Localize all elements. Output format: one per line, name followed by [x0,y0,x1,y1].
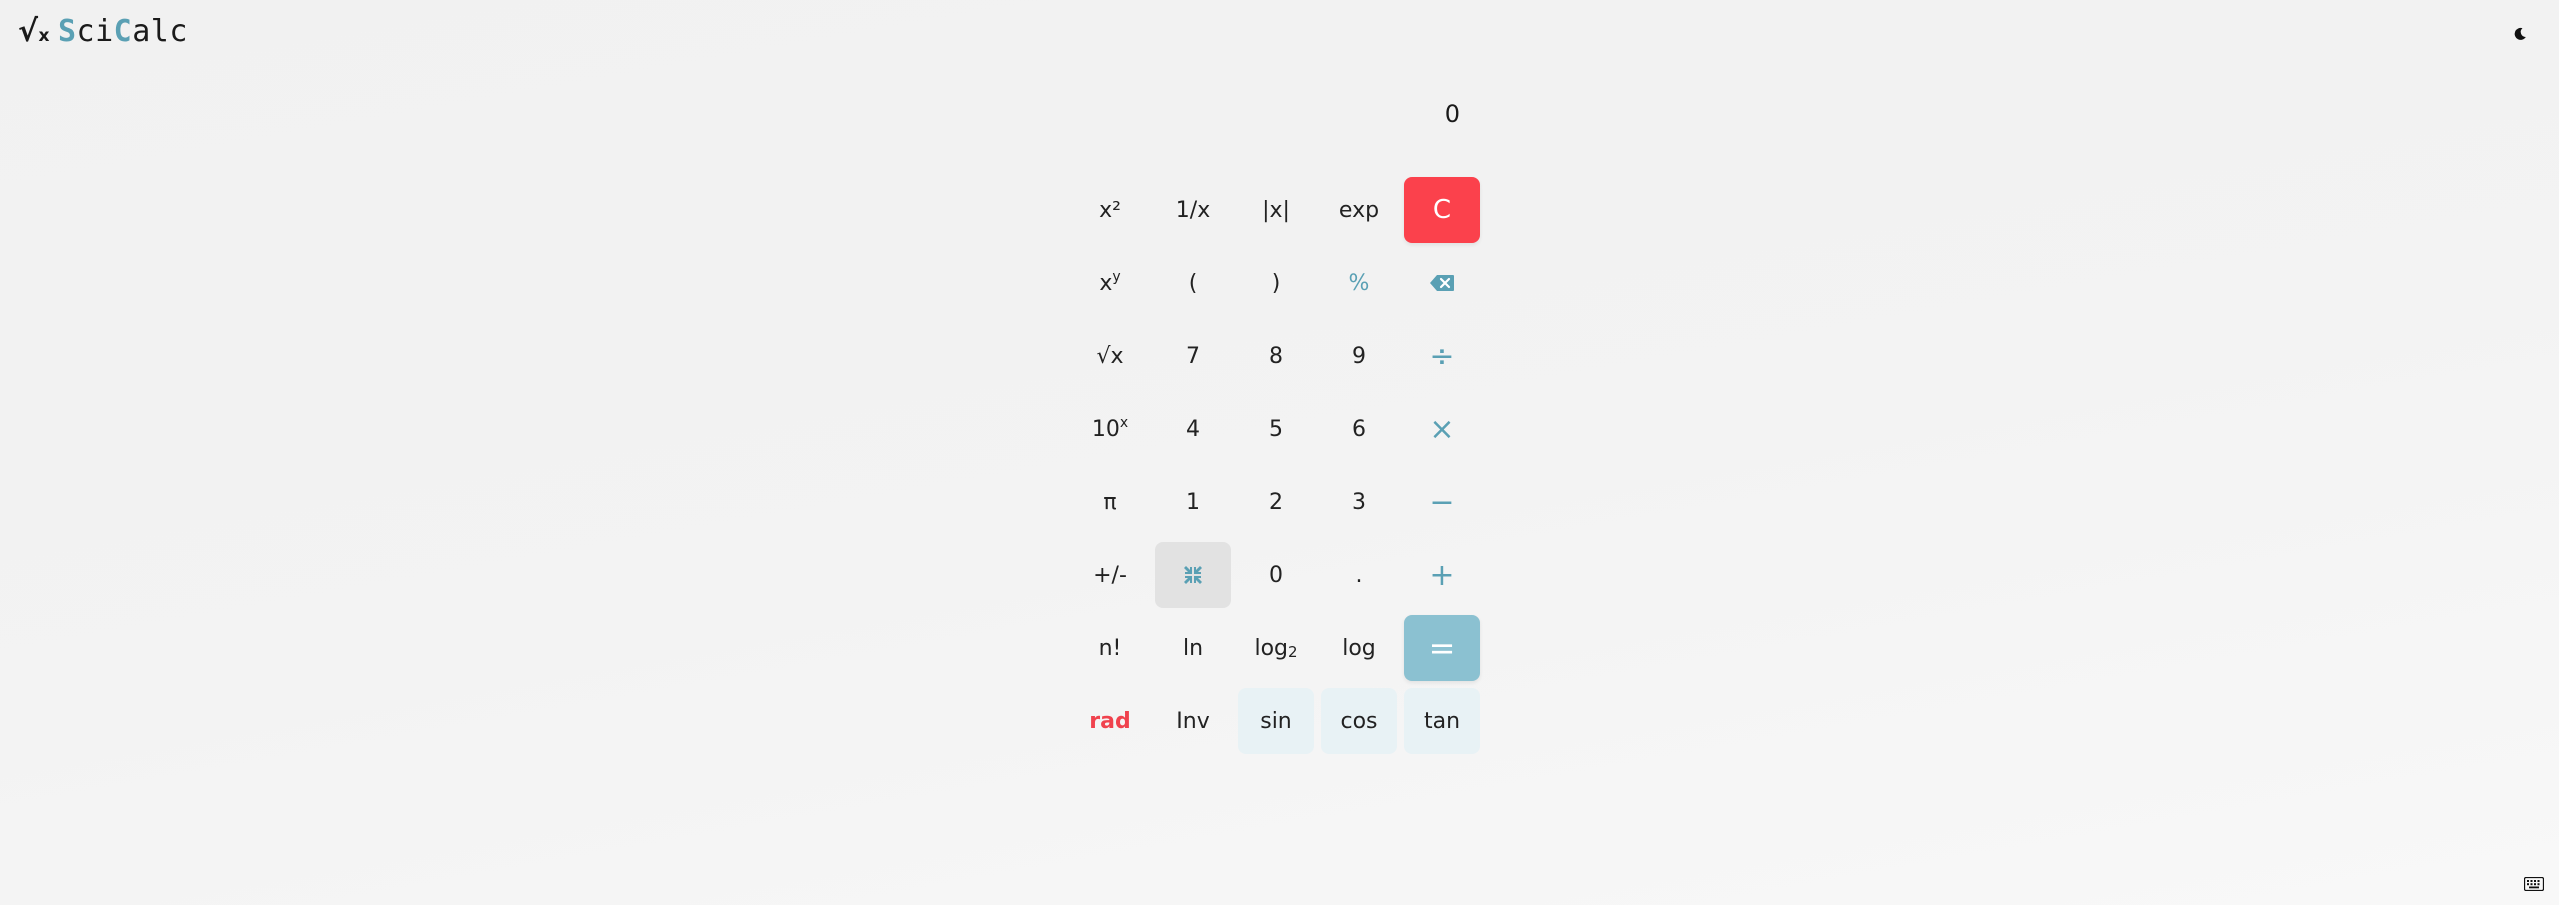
log2-subscript: 2 [1288,643,1298,661]
sqrt-button[interactable]: √x [1072,323,1148,389]
keyboard-icon [2524,877,2544,891]
ln-button[interactable]: ln [1155,615,1231,681]
digit-1-button[interactable]: 1 [1155,469,1231,535]
app-logo[interactable]: √x Sci Calc [18,14,188,49]
close-paren-button[interactable]: ) [1238,250,1314,316]
digit-5-button[interactable]: 5 [1238,396,1314,462]
pi-button[interactable]: π [1072,469,1148,535]
negate-button[interactable]: +/- [1072,542,1148,608]
digit-7-button[interactable]: 7 [1155,323,1231,389]
ten-power-button[interactable]: 10 x [1072,396,1148,462]
tan-button[interactable]: tan [1404,688,1480,754]
minus-button[interactable]: − [1404,469,1480,535]
digit-3-button[interactable]: 3 [1321,469,1397,535]
logo-letter-s: S [57,14,77,49]
logo-text-alc: alc [132,14,188,49]
plus-button[interactable]: + [1404,542,1480,608]
log2-button[interactable]: log 2 [1238,615,1314,681]
backspace-button[interactable] [1404,250,1480,316]
equals-button[interactable]: = [1404,615,1480,681]
exp-button[interactable]: exp [1321,177,1397,243]
calculator-display: 0 [1444,100,1460,128]
digit-0-button[interactable]: 0 [1238,542,1314,608]
percent-button[interactable]: % [1321,250,1397,316]
abs-button[interactable]: |x| [1238,177,1314,243]
sin-button[interactable]: sin [1238,688,1314,754]
keypad: x² 1/x |x| exp C xy ( ) % √x 7 8 9 ÷ 10 x… [1072,177,1480,754]
backspace-icon [1430,275,1454,291]
keyboard-toggle-button[interactable] [2522,874,2546,894]
moon-icon [2514,27,2526,40]
power-exponent: y [1112,269,1121,285]
sqrt-logo-icon: √x [18,14,50,49]
angle-mode-button[interactable]: rad [1072,688,1148,754]
log2-base: log [1254,635,1288,661]
open-paren-button[interactable]: ( [1155,250,1231,316]
digit-8-button[interactable]: 8 [1238,323,1314,389]
inverse-button[interactable]: Inv [1155,688,1231,754]
decimal-button[interactable]: . [1321,542,1397,608]
digit-9-button[interactable]: 9 [1321,323,1397,389]
divide-button[interactable]: ÷ [1404,323,1480,389]
power-button[interactable]: xy [1072,250,1148,316]
logo-text-ci: ci [76,14,114,49]
logo-letter-c: C [113,14,133,49]
log-button[interactable]: log [1321,615,1397,681]
collapse-icon [1184,566,1202,584]
ten-power-exponent: x [1119,415,1129,431]
digit-6-button[interactable]: 6 [1321,396,1397,462]
digit-2-button[interactable]: 2 [1238,469,1314,535]
multiply-button[interactable]: × [1404,396,1480,462]
square-button[interactable]: x² [1072,177,1148,243]
power-base: x [1099,270,1113,296]
theme-toggle-button[interactable] [2508,22,2532,46]
digit-4-button[interactable]: 4 [1155,396,1231,462]
ten-power-base: 10 [1091,416,1120,442]
reciprocal-button[interactable]: 1/x [1155,177,1231,243]
collapse-button[interactable] [1155,542,1231,608]
cos-button[interactable]: cos [1321,688,1397,754]
clear-button[interactable]: C [1404,177,1480,243]
factorial-button[interactable]: n! [1072,615,1148,681]
